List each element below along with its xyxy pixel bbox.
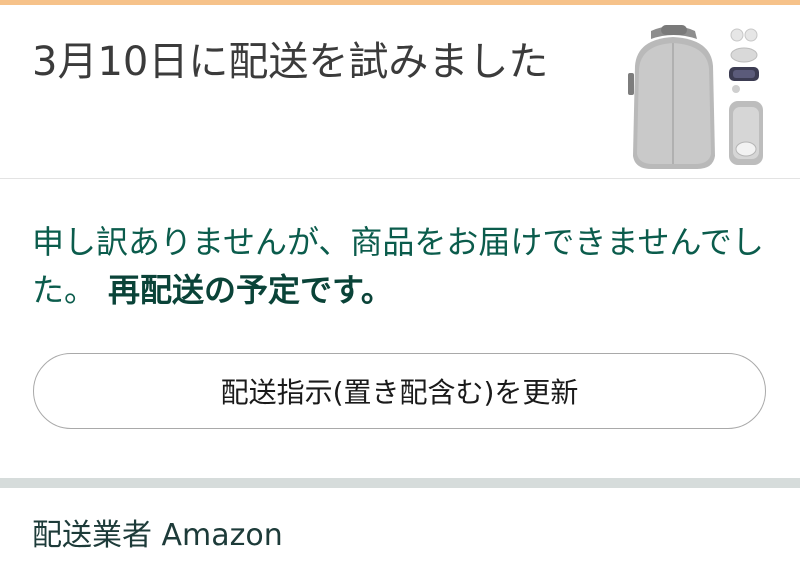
product-thumbnail[interactable] [625,21,765,171]
accessory-thumbnails [729,28,763,165]
section-divider [0,478,800,488]
delivery-status-header: 3月10日に配送を試みました [0,5,800,178]
delivery-status-title: 3月10日に配送を試みました [32,39,549,85]
delivery-failure-message: 申し訳ありませんが、商品をお届けできませんでした。 再配送の予定です。 [32,218,772,314]
carrier-info: 配送業者 Amazon [32,518,283,553]
header-divider [0,178,800,179]
redelivery-notice: 再配送の予定です。 [108,271,393,309]
update-delivery-instructions-button[interactable]: 配送指示(置き配含む)を更新 [33,353,766,429]
case-main-image [628,25,715,169]
